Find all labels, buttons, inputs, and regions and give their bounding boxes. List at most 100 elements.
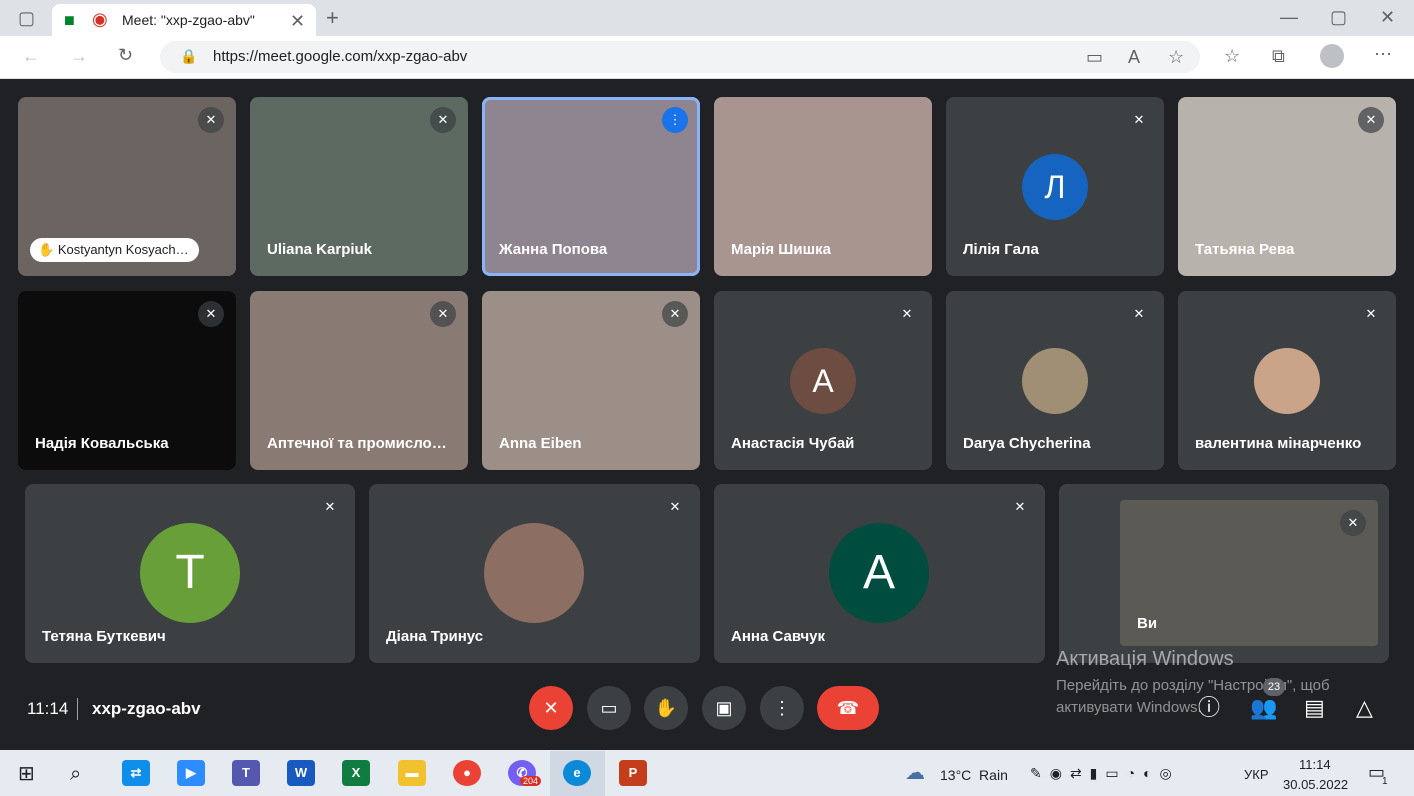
avatar: А (790, 348, 856, 414)
mic-off-icon: ✕ (894, 301, 920, 327)
participant-tile[interactable]: ✕ Татьяна Рева (1178, 97, 1396, 276)
avatar: Л (1022, 154, 1088, 220)
explorer-icon[interactable]: ▬ (398, 760, 426, 786)
powerpoint-icon[interactable]: P (619, 760, 647, 786)
tab-bar: ▢ ■ ◉ Meet: "xxp-zgao-abv" ✕ + — ▢ ✕ (0, 0, 1414, 36)
mic-off-icon: ✕ (317, 494, 343, 520)
participant-name: Ви (1137, 615, 1158, 632)
mic-toggle-button[interactable]: ✕ (529, 686, 573, 730)
edge-icon[interactable]: e (563, 760, 591, 786)
info-icon[interactable]: ⓘ (1198, 697, 1220, 719)
participant-name: Анастасія Чубай (731, 435, 855, 452)
refresh-icon[interactable]: ↻ (118, 46, 133, 64)
participant-tile[interactable]: ✕ Надія Ковальська (18, 291, 236, 470)
participant-tile[interactable]: ✕ ✋ Kostyantyn Kosyach… (18, 97, 236, 276)
url-field[interactable]: 🔒 https://meet.google.com/xxp-zgao-abv ▭… (160, 41, 1200, 73)
tab-title: Meet: "xxp-zgao-abv" (122, 12, 255, 28)
participant-tile[interactable]: ✕ валентина мінарченко (1178, 291, 1396, 470)
divider (77, 698, 78, 720)
hand-raised-icon: ✋ (38, 242, 55, 257)
profile-icon[interactable] (1320, 44, 1344, 68)
participant-name: Марія Шишка (731, 241, 831, 258)
back-icon[interactable]: ← (22, 47, 40, 65)
avatar: А (829, 523, 929, 623)
participant-tile[interactable]: ✕ Л Лілія Гала (946, 97, 1164, 276)
forward-icon[interactable]: → (70, 47, 88, 65)
zoom-icon[interactable]: ▶ (177, 760, 205, 786)
mic-off-icon: ✕ (430, 301, 456, 327)
present-button[interactable]: ▣ (702, 686, 746, 730)
minimize-icon[interactable]: — (1280, 8, 1298, 26)
mic-off-icon: ✕ (662, 494, 688, 520)
activation-title: Активація Windows (1056, 648, 1234, 670)
lock-icon[interactable]: 🔒 (180, 49, 197, 63)
read-aloud-icon[interactable]: A (1128, 48, 1140, 66)
meeting-time: 11:14 (27, 699, 69, 718)
excel-icon[interactable]: X (342, 760, 370, 786)
participant-tile[interactable]: ✕ Darya Chycherina (946, 291, 1164, 470)
people-icon[interactable]: 👥 (1250, 697, 1277, 719)
participant-tile[interactable]: ✕ Аптечної та промисло… (250, 291, 468, 470)
participant-name: Діана Тринус (386, 628, 484, 645)
participant-tile[interactable]: ✕ А Анна Савчук (714, 484, 1045, 663)
url-text: https://meet.google.com/xxp-zgao-abv (213, 48, 468, 65)
clock-date[interactable]: 30.05.2022 (1283, 777, 1348, 792)
participant-name: валентина мінарченко (1195, 435, 1362, 452)
participant-name: Anna Eiben (499, 435, 582, 452)
activities-icon[interactable]: △ (1356, 697, 1373, 719)
participant-tile[interactable]: Марія Шишка (714, 97, 932, 276)
mic-off-icon: ✕ (198, 107, 224, 133)
favorites-icon[interactable]: ☆ (1224, 47, 1240, 65)
chrome-icon[interactable]: ● (453, 760, 481, 786)
participant-name: Лілія Гала (963, 241, 1039, 258)
leave-call-button[interactable]: ☎ (817, 686, 879, 730)
avatar-photo (1022, 348, 1088, 414)
weather-icon[interactable]: ☁ (905, 763, 925, 783)
people-count-badge: 23 (1263, 678, 1285, 696)
participant-tile[interactable]: ✕ Uliana Karpiuk (250, 97, 468, 276)
close-tab-icon[interactable]: ✕ (290, 12, 305, 30)
teamviewer-icon[interactable]: ⇄ (122, 760, 150, 786)
browser-tab[interactable]: ■ ◉ Meet: "xxp-zgao-abv" ✕ (52, 4, 316, 36)
participant-tile[interactable]: ✕ Діана Тринус (369, 484, 700, 663)
participant-tile[interactable]: ✕ Anna Eiben (482, 291, 700, 470)
teams-icon[interactable]: T (232, 760, 260, 786)
maximize-icon[interactable]: ▢ (1330, 8, 1347, 26)
address-bar: ← → ↻ 🔒 https://meet.google.com/xxp-zgao… (0, 36, 1414, 79)
language-indicator[interactable]: УКР (1244, 767, 1269, 782)
self-video-tile[interactable]: ✕ Ви (1120, 500, 1378, 646)
mic-off-icon: ✕ (1126, 301, 1152, 327)
windows-start-icon[interactable]: ⊞ (18, 764, 35, 784)
mic-off-icon: ✕ (1340, 510, 1366, 536)
clock-time[interactable]: 11:14 (1299, 757, 1331, 772)
participant-name: Darya Chycherina (963, 435, 1091, 452)
chat-icon[interactable]: ▤ (1304, 697, 1325, 719)
windows-taskbar (0, 750, 1414, 796)
avatar-photo (484, 523, 584, 623)
new-tab-icon[interactable]: + (326, 7, 339, 29)
more-options-button[interactable]: ⋮ (760, 686, 804, 730)
camera-toggle-button[interactable]: ▭ (587, 686, 631, 730)
participant-tile[interactable]: ✕ А Анастасія Чубай (714, 291, 932, 470)
more-icon[interactable]: ⋯ (1374, 45, 1392, 63)
meet-icon: ■ (64, 10, 75, 30)
raise-hand-button[interactable]: ✋ (644, 686, 688, 730)
mic-off-icon: ✕ (662, 301, 688, 327)
tray-icons[interactable]: ✎◉⇄▮▭◔◐◎ (1030, 765, 1180, 782)
weather-text[interactable]: 13°C Rain (940, 767, 1008, 783)
search-icon[interactable]: ⌕ (70, 764, 81, 784)
mic-off-icon: ✕ (430, 107, 456, 133)
camera-icon[interactable]: ▭ (1086, 48, 1103, 66)
participant-tile[interactable]: ✕ Т Тетяна Буткевич (25, 484, 355, 663)
avatar: Т (140, 523, 240, 623)
tab-actions-icon[interactable]: ▢ (18, 9, 35, 27)
mic-off-icon: ✕ (1358, 107, 1384, 133)
participant-name: Тетяна Буткевич (42, 628, 166, 645)
participant-tile-speaking[interactable]: ⋮ Жанна Попова (482, 97, 700, 276)
collections-icon[interactable]: ⧉ (1272, 47, 1285, 65)
participant-name: Надія Ковальська (35, 435, 169, 452)
favorite-icon[interactable]: ☆ (1168, 48, 1184, 66)
window-close-icon[interactable]: ✕ (1380, 8, 1395, 26)
word-icon[interactable]: W (287, 760, 315, 786)
activation-line2: активувати Windows. (1056, 699, 1202, 716)
